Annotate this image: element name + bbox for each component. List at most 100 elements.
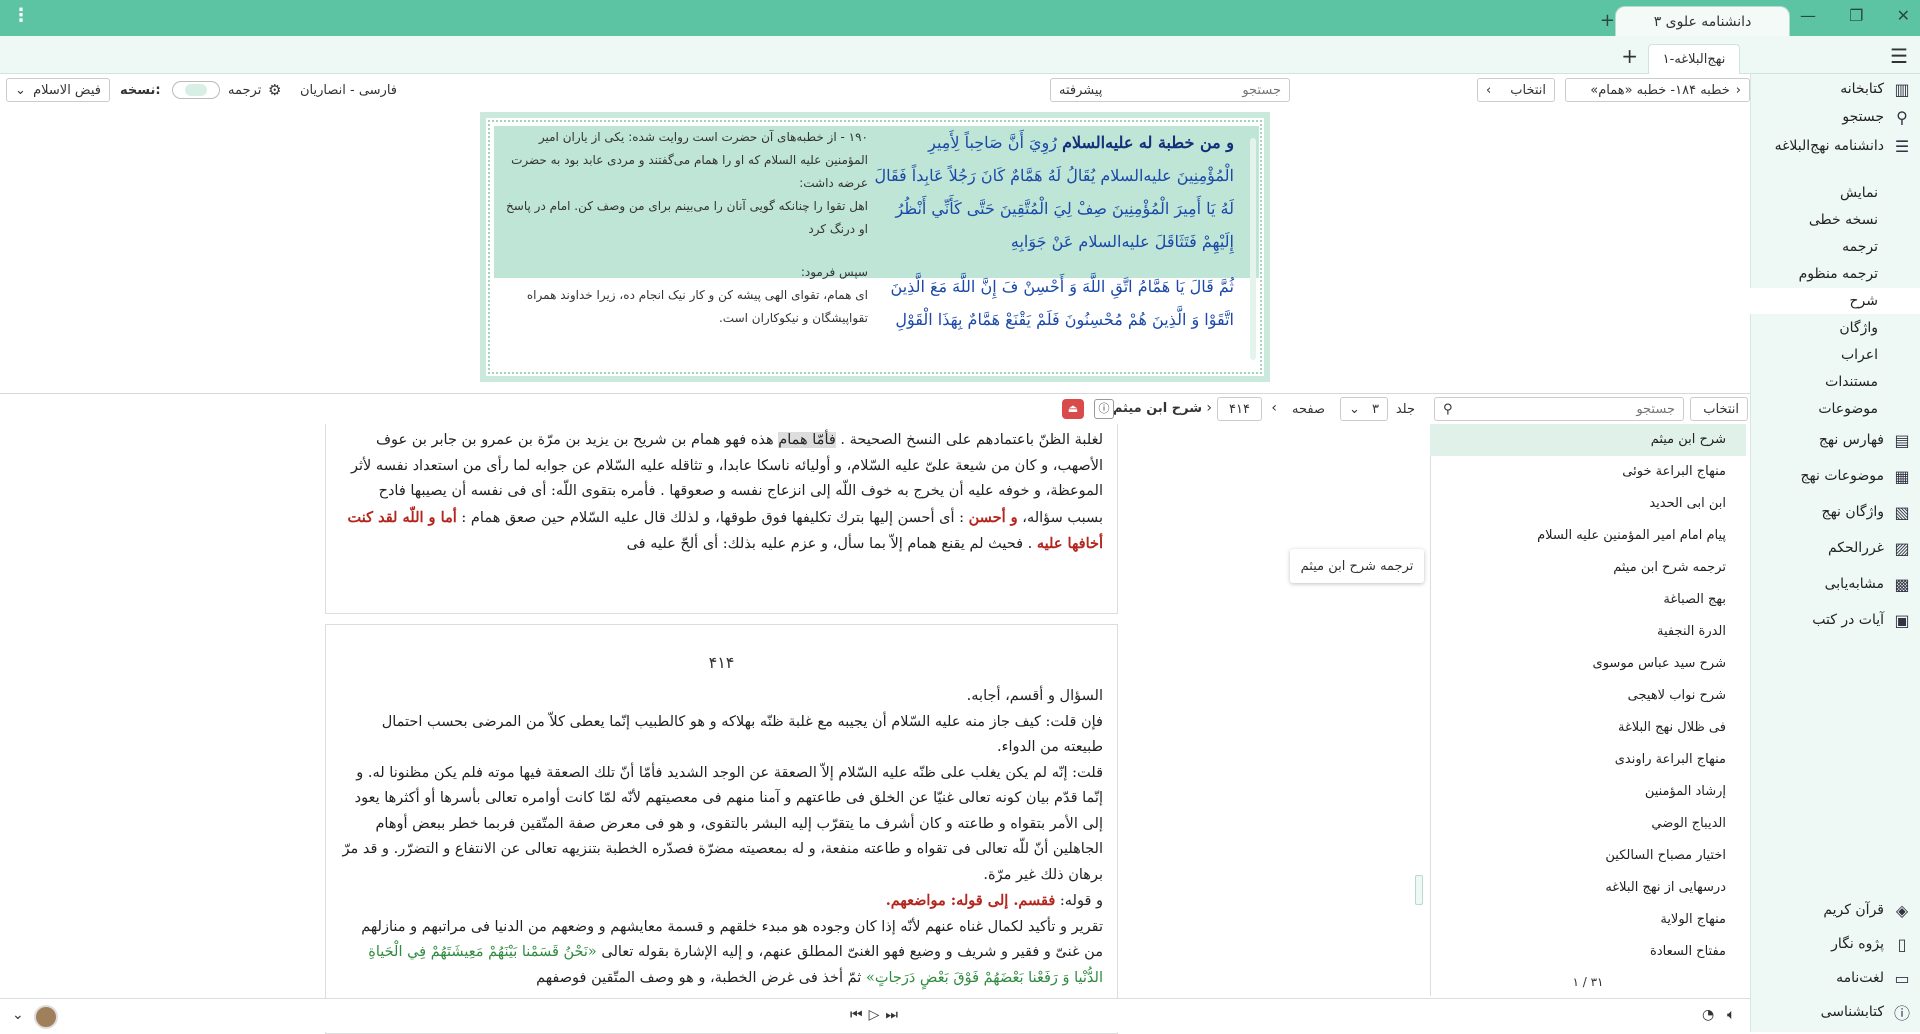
sidebar-subitem-6[interactable]: اعراب [1750, 342, 1920, 368]
dictionary-icon: ▭ [1894, 968, 1910, 988]
search-icon[interactable]: ⚲ [1443, 402, 1453, 417]
play-icon[interactable]: ▷ [869, 1007, 886, 1023]
commentary-item[interactable]: مفتاح السعادة [1430, 936, 1746, 968]
index-icon: ▤ [1894, 430, 1910, 450]
commentary-item[interactable]: شرح ابن میثم [1430, 424, 1746, 456]
volume-dropdown[interactable]: ۳ ⌄ [1340, 397, 1388, 421]
window-controls: — ❐ ✕ [1800, 6, 1910, 25]
commentary-item[interactable]: شرح نواب لاهیجی [1430, 680, 1746, 712]
commentary-text-3: : أى أحسن إليها بترك تكليفها فوق طوقها، … [456, 509, 969, 526]
commentary-item[interactable]: الدرة النجفية [1430, 616, 1746, 648]
sidebar-subitem-0[interactable]: نمایش [1750, 180, 1920, 206]
chevron-right-icon[interactable]: › [1206, 400, 1212, 416]
breadcrumb[interactable]: ‹ خطبه ۱۸۴- خطبه «همام» [1565, 78, 1750, 102]
version-dropdown[interactable]: فیض الاسلام ⌄ [6, 78, 110, 102]
page-input[interactable]: ۴۱۴ [1217, 397, 1262, 421]
paragraph-2: فإن قلت: كيف جاز منه عليه السّلام أن يجي… [381, 713, 1103, 756]
close-icon[interactable]: ✕ [1897, 6, 1910, 25]
commentary-title: شرح ابن میثم [1112, 401, 1202, 416]
app-tab[interactable]: دانشنامه علوی ۳ [1615, 6, 1790, 36]
select-dropdown[interactable]: انتخاب › [1477, 78, 1555, 102]
sidebar-item-bottom-2[interactable]: ▭ لغت‌نامه [1836, 964, 1912, 992]
quran-icon: ◈ [1895, 900, 1909, 920]
chevron-down-icon[interactable]: ⌄ [12, 1007, 24, 1023]
sidebar-subitem-8[interactable]: موضوعات [1750, 396, 1920, 422]
chevron-down-icon: ⌄ [15, 82, 26, 98]
chevron-right-icon[interactable]: ‹ [1736, 83, 1741, 98]
new-app-tab-button[interactable]: + [1600, 10, 1615, 31]
volume-icon[interactable]: 🔈︎ [1727, 1007, 1735, 1023]
commentary-item[interactable]: فی ظلال نهج البلاغة [1430, 712, 1746, 744]
sidebar-item-mid-3[interactable]: ▨ غررالحکم [1828, 534, 1912, 562]
commentary-item[interactable]: منهاج البراعة راوندی [1430, 744, 1746, 776]
commentary-item[interactable]: الديباج الوضي [1430, 808, 1746, 840]
translation-toggle[interactable] [172, 81, 220, 99]
skip-forward-icon[interactable]: ⏭ [885, 1007, 904, 1023]
persian-translation: ۱۹۰ - از خطبه‌های آن حضرت است روایت شده:… [498, 126, 868, 370]
commentary-item[interactable]: ابن ابی الحدید [1430, 488, 1746, 520]
sidebar-subitem-3[interactable]: ترجمه منظوم [1750, 261, 1920, 287]
document-tab[interactable]: نهج‌البلاغه-۱ [1648, 44, 1740, 74]
quote-red-3: فقسم. إلى قوله: مواضعهم. [885, 892, 1056, 909]
search-input[interactable] [1171, 82, 1281, 98]
paragraph-3: قلت: إنّه لم يكن يغلب على ظنّه عليه السّ… [342, 764, 1103, 883]
sidebar-item-mid-1[interactable]: ▦ موضوعات نهج [1801, 462, 1913, 490]
sidebar-item-mid-5[interactable]: ▣ آیات در کتب [1812, 606, 1912, 634]
sidebar-item-mid-0[interactable]: ▤ فهارس نهج [1819, 426, 1912, 454]
reader-scrollbar[interactable] [1415, 430, 1423, 990]
skip-back-icon[interactable]: ⏮ [850, 1007, 869, 1023]
commentary-item[interactable]: منهاج البراعة خوئی [1430, 456, 1746, 488]
sidebar: ▥ کتابخانه ⚲ جستجو ☰ دانشنامه نهج‌البلاغه نمای… [1750, 74, 1920, 1032]
status-bar: ⌄ ⏮▷⏭ ◔ 🔈︎ [0, 998, 1750, 1032]
version-label: نسخه: [120, 83, 161, 98]
sidebar-item-bottom-1[interactable]: ▯ پژوه نگار [1831, 930, 1912, 958]
panel-scrollbar[interactable] [1250, 138, 1256, 360]
sidebar-item-top-0[interactable]: ▥ کتابخانه [1840, 75, 1912, 103]
persian-passage-1: ۱۹۰ - از خطبه‌های آن حضرت است روایت شده:… [511, 130, 868, 190]
avatar[interactable] [34, 1005, 58, 1029]
sidebar-subitem-5[interactable]: واژگان [1750, 315, 1920, 341]
commentary-item[interactable]: ترجمه شرح ابن میثم [1430, 552, 1746, 584]
sidebar-item-top-2[interactable]: ☰ دانشنامه نهج‌البلاغه [1775, 132, 1912, 160]
commentary-item[interactable]: شرح سید عباس موسوی [1430, 648, 1746, 680]
document-tab-label: نهج‌البلاغه-۱ [1662, 52, 1726, 67]
translation-language[interactable]: فارسی - انصاریان [300, 83, 397, 98]
sidebar-item-mid-4[interactable]: ▩ مشابه‌یابی [1825, 570, 1912, 598]
kebab-menu-icon[interactable]: ⋮ [12, 6, 30, 26]
minimize-icon[interactable]: — [1800, 6, 1816, 25]
sidebar-subitem-4[interactable]: شرح [1750, 288, 1920, 314]
sidebar-subitem-2[interactable]: ترجمه [1750, 234, 1920, 260]
info-icon[interactable]: ⓘ [1094, 399, 1114, 419]
sidebar-subitem-1[interactable]: نسخه خطی [1750, 207, 1920, 233]
commentary-list: شرح ابن میثم منهاج البراعة خوئی ابن ابی ال… [1430, 424, 1746, 996]
search-bar[interactable]: پیشرفته [1050, 78, 1290, 102]
hamburger-icon[interactable]: ☰ [1890, 44, 1908, 68]
restore-icon[interactable]: ❐ [1849, 6, 1863, 25]
sidebar-item-bottom-3[interactable]: ⓘ کتابشناسی [1821, 998, 1912, 1026]
page-value: ۴۱۴ [1229, 401, 1250, 417]
sidebar-item-top-1[interactable]: ⚲ جستجو [1842, 103, 1912, 131]
commentary-search-input[interactable] [1525, 401, 1675, 417]
chevron-left-icon[interactable]: ‹ [1271, 400, 1277, 416]
volume-label: جلد [1395, 402, 1415, 417]
commentary-item[interactable]: اختيار مصباح السالكين [1430, 840, 1746, 872]
commentary-search[interactable]: ⚲ [1434, 397, 1684, 421]
advanced-search-link[interactable]: پیشرفته [1059, 83, 1102, 98]
book-icon: ▨ [1894, 538, 1910, 558]
new-document-tab-button[interactable]: + [1621, 44, 1638, 68]
sidebar-item-mid-2[interactable]: ▧ واژگان نهج [1822, 498, 1912, 526]
commentary-item[interactable]: پیام امام امیر المؤمنین علیه السلام [1430, 520, 1746, 552]
commentary-item[interactable]: منهاج الولاية [1430, 904, 1746, 936]
commentary-item[interactable]: بهج الصباغة [1430, 584, 1746, 616]
gear-icon[interactable]: ⚙ [268, 81, 281, 99]
arabic-heading: و من خطبة له عليه‌السلام [1062, 133, 1234, 152]
commentary-item[interactable]: إرشاد المؤمنين [1430, 776, 1746, 808]
pdf-icon[interactable]: ⏏ [1062, 399, 1084, 419]
sidebar-item-label: لغت‌نامه [1836, 970, 1884, 986]
sidebar-subitem-7[interactable]: مستندات [1750, 369, 1920, 395]
commentary-item[interactable]: درسهایی از نهج البلاغه [1430, 872, 1746, 904]
select-dropdown-2[interactable]: انتخاب [1690, 397, 1748, 421]
sidebar-item-label: موضوعات نهج [1800, 468, 1885, 484]
speed-icon[interactable]: ◔ [1702, 1007, 1714, 1023]
sidebar-item-bottom-0[interactable]: ◈ قرآن کریم [1823, 896, 1912, 924]
